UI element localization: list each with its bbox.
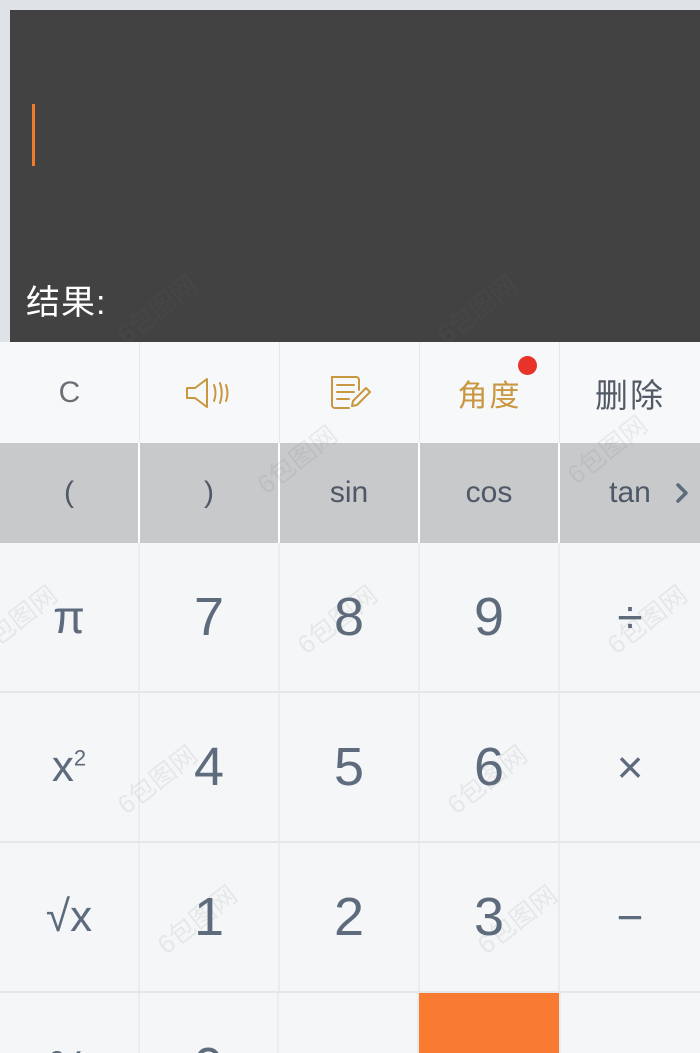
notification-badge-dot xyxy=(517,356,537,375)
percent-label: % xyxy=(48,1044,89,1053)
angle-mode-label: 角度 xyxy=(457,379,522,413)
plus-label: + xyxy=(617,1044,644,1053)
digit-3-button[interactable]: 3 xyxy=(420,843,560,991)
paren-open-label: ( xyxy=(64,476,74,509)
chevron-right-icon xyxy=(672,479,692,507)
keypad-row: % 0 . = + xyxy=(0,993,700,1053)
angle-mode-button[interactable]: 角度 xyxy=(420,342,560,443)
result-label: 结果: xyxy=(26,284,107,322)
plus-button[interactable]: + xyxy=(560,993,700,1053)
note-edit-icon xyxy=(327,372,373,414)
digit-9-button[interactable]: 9 xyxy=(420,543,560,691)
decimal-point-label: . xyxy=(340,1040,355,1053)
keypad-row: x2 4 5 6 × xyxy=(0,693,700,843)
clear-label: C xyxy=(58,375,81,409)
expression-line[interactable] xyxy=(32,100,35,170)
digit-6-button[interactable]: 6 xyxy=(420,693,560,841)
digit-1-button[interactable]: 1 xyxy=(140,843,280,991)
square-label: x2 xyxy=(51,742,87,791)
multiply-button[interactable]: × xyxy=(560,693,700,841)
divide-button[interactable]: ÷ xyxy=(560,543,700,691)
more-functions-button[interactable] xyxy=(672,479,692,507)
digit-2-label: 2 xyxy=(333,887,365,947)
tan-button[interactable]: tan xyxy=(560,443,700,543)
percent-button[interactable]: % xyxy=(0,993,140,1053)
digit-3-label: 3 xyxy=(473,887,505,947)
digit-5-button[interactable]: 5 xyxy=(280,693,420,841)
digit-8-label: 8 xyxy=(333,587,365,647)
digit-0-button[interactable]: 0 xyxy=(139,993,279,1053)
paren-close-button[interactable]: ) xyxy=(140,443,280,543)
sqrt-label: √x xyxy=(45,892,93,941)
speaker-wave-icon xyxy=(183,373,237,413)
result-line: 结果: xyxy=(26,286,112,320)
minus-button[interactable]: − xyxy=(560,843,700,991)
cos-button[interactable]: cos xyxy=(420,443,560,543)
equals-cell: = xyxy=(418,993,561,1053)
paren-open-button[interactable]: ( xyxy=(0,443,140,543)
sin-label: sin xyxy=(329,476,369,509)
digit-1-label: 1 xyxy=(193,887,225,947)
decimal-point-button[interactable]: . xyxy=(279,993,419,1053)
keypad-row: π 7 8 9 ÷ xyxy=(0,543,700,693)
pi-button[interactable]: π xyxy=(0,543,140,691)
calculator-display[interactable]: 结果: xyxy=(10,10,700,342)
delete-label: 删除 xyxy=(595,376,665,414)
digit-2-button[interactable]: 2 xyxy=(280,843,420,991)
square-button[interactable]: x2 xyxy=(0,693,140,841)
digit-5-label: 5 xyxy=(333,737,365,797)
delete-button[interactable]: 删除 xyxy=(560,342,700,443)
display-area: 结果: xyxy=(0,0,700,342)
digit-6-label: 6 xyxy=(473,737,505,797)
keypad-row: √x 1 2 3 − xyxy=(0,843,700,993)
digit-4-button[interactable]: 4 xyxy=(140,693,280,841)
equals-button[interactable]: = xyxy=(418,993,559,1053)
text-caret xyxy=(32,104,35,166)
multiply-label: × xyxy=(616,741,644,793)
notes-button[interactable] xyxy=(280,342,420,443)
function-row: C 角度 删除 xyxy=(0,342,700,443)
digit-9-label: 9 xyxy=(473,587,505,647)
digit-7-button[interactable]: 7 xyxy=(140,543,280,691)
clear-button[interactable]: C xyxy=(0,342,140,443)
digit-8-button[interactable]: 8 xyxy=(280,543,420,691)
digit-7-label: 7 xyxy=(193,587,225,647)
divide-label: ÷ xyxy=(617,591,643,643)
paren-close-label: ) xyxy=(204,476,214,509)
equals-label: = xyxy=(474,1039,503,1053)
sin-button[interactable]: sin xyxy=(280,443,420,543)
digit-0-label: 0 xyxy=(193,1040,223,1053)
sound-toggle-button[interactable] xyxy=(140,342,280,443)
tan-label: tan xyxy=(609,476,651,509)
sqrt-button[interactable]: √x xyxy=(0,843,140,991)
digit-4-label: 4 xyxy=(193,737,225,797)
cos-label: cos xyxy=(465,476,513,509)
pi-label: π xyxy=(53,591,85,643)
minus-label: − xyxy=(616,891,644,943)
keypad: π 7 8 9 ÷ x2 4 5 6 × √x 1 2 3 − xyxy=(0,543,700,1053)
scientific-row: ( ) sin cos tan xyxy=(0,443,700,543)
calculator-app: 结果: C 角度 删除 () sin cos tan π 7 8 9 ÷ x2… xyxy=(0,0,700,1053)
